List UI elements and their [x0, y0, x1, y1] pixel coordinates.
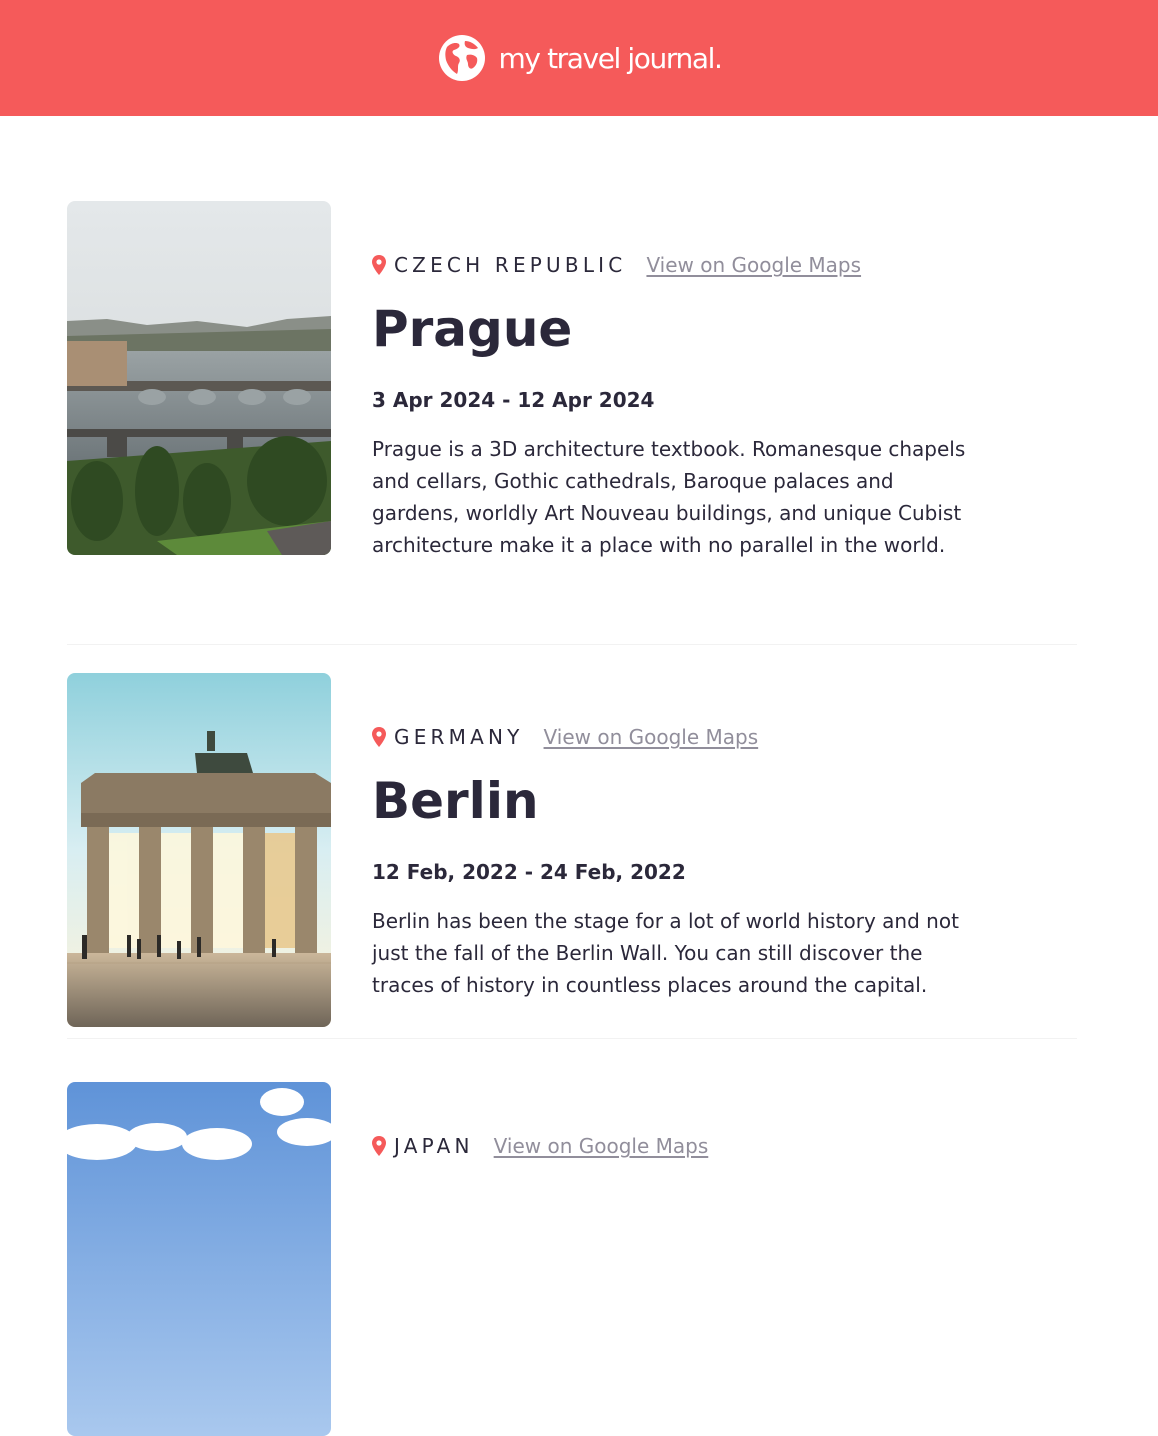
- country-label: CZECH REPUBLIC: [394, 253, 627, 277]
- app-title: my travel journal.: [498, 41, 723, 75]
- entry-divider: [67, 644, 1077, 645]
- google-maps-link[interactable]: View on Google Maps: [544, 725, 759, 749]
- prague-photo: [67, 201, 331, 555]
- country-label: JAPAN: [394, 1134, 474, 1158]
- location-pin-icon: [372, 1136, 386, 1156]
- trip-description: Prague is a 3D architecture textbook. Ro…: [372, 437, 966, 557]
- city-title: Prague: [372, 300, 573, 358]
- globe-icon: [438, 35, 485, 81]
- app-header: my travel journal.: [0, 0, 1158, 116]
- trip-dates: 3 Apr 2024 - 12 Apr 2024: [372, 388, 655, 412]
- berlin-photo: [67, 673, 331, 1027]
- google-maps-link[interactable]: View on Google Maps: [646, 253, 861, 277]
- japan-photo: [67, 1082, 331, 1436]
- google-maps-link[interactable]: View on Google Maps: [494, 1134, 709, 1158]
- brand[interactable]: my travel journal.: [437, 33, 723, 83]
- trip-description: Berlin has been the stage for a lot of w…: [372, 909, 959, 997]
- entry-divider: [67, 1038, 1077, 1039]
- location-pin-icon: [372, 727, 386, 747]
- trip-dates: 12 Feb, 2022 - 24 Feb, 2022: [372, 860, 686, 884]
- location-pin-icon: [372, 255, 386, 275]
- country-label: GERMANY: [394, 725, 524, 749]
- city-title: Berlin: [372, 772, 539, 830]
